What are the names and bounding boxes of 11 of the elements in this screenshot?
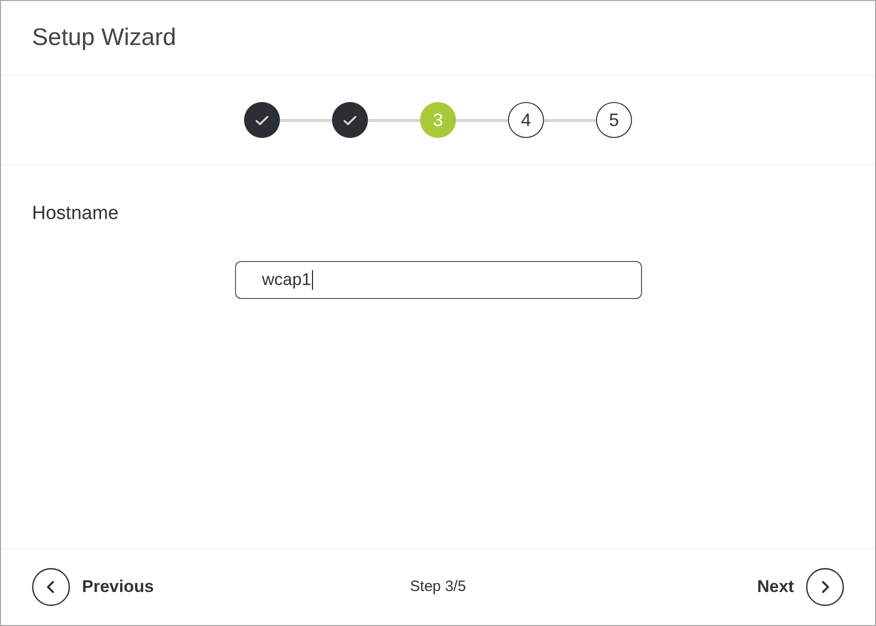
- hostname-field[interactable]: wcap1: [235, 261, 642, 299]
- step-counter: Step 3/5: [410, 576, 466, 597]
- field-label: Hostname: [32, 202, 119, 226]
- chevron-left-icon: [32, 568, 70, 606]
- window-title: Setup Wizard: [32, 26, 176, 50]
- pending-step: 4: [508, 102, 544, 138]
- next-button[interactable]: Next: [757, 568, 844, 606]
- current-step: 3: [420, 102, 456, 138]
- pending-step: 5: [596, 102, 632, 138]
- previous-button[interactable]: Previous: [32, 568, 154, 606]
- chevron-right-icon: [806, 568, 844, 606]
